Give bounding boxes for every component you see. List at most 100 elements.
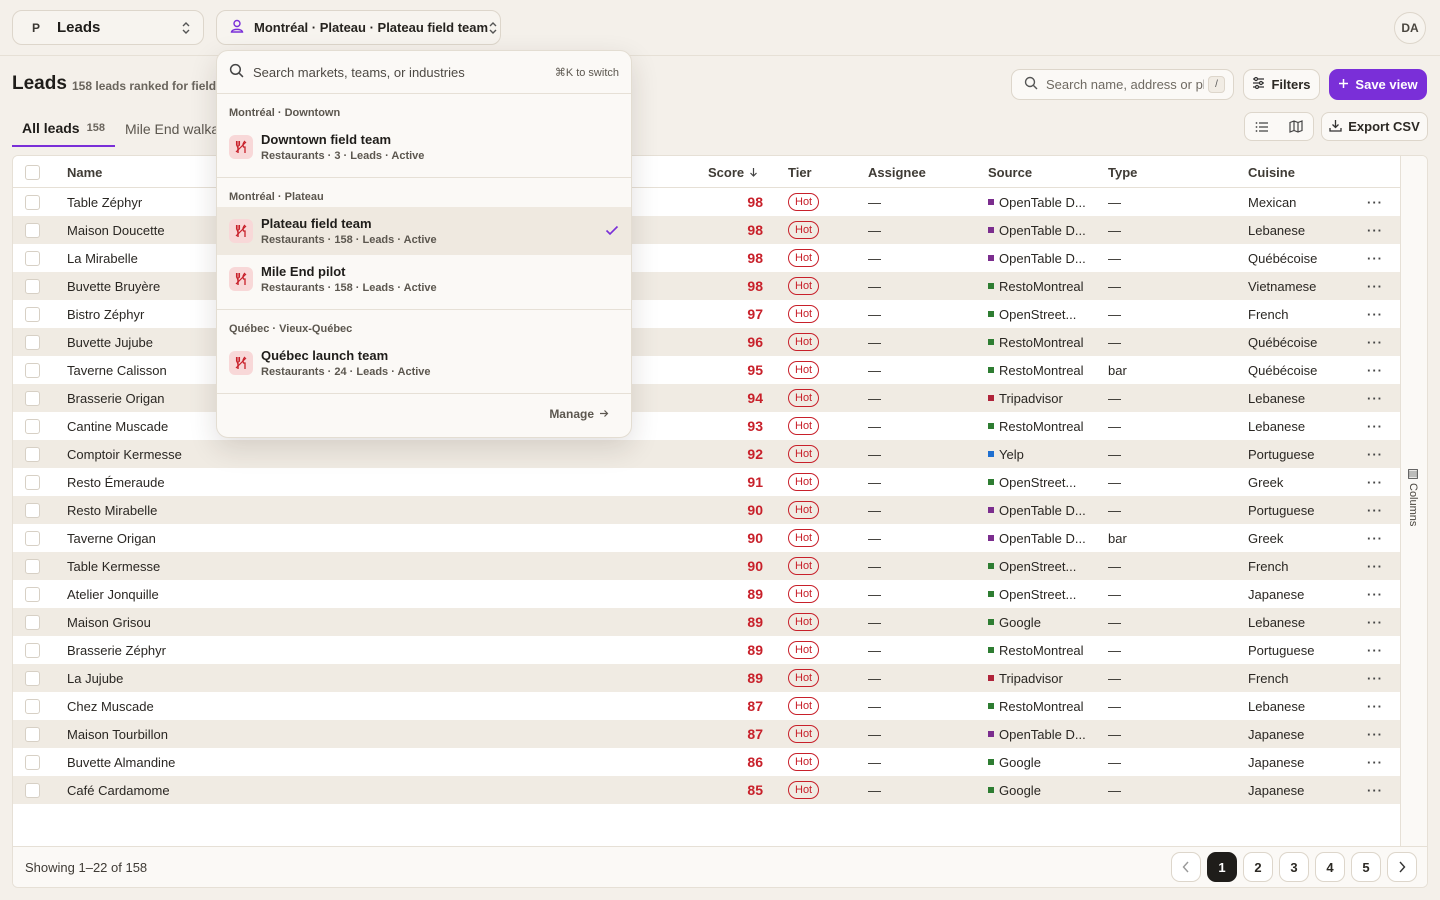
lead-assignee[interactable]: — (868, 216, 908, 244)
row-checkbox[interactable] (25, 698, 40, 714)
row-checkbox[interactable] (25, 306, 40, 322)
lead-assignee[interactable]: — (868, 552, 908, 580)
column-header-tier[interactable]: Tier (788, 156, 812, 188)
row-checkbox[interactable] (25, 278, 40, 294)
lead-assignee[interactable]: — (868, 244, 908, 272)
row-more-button[interactable]: ··· (1365, 692, 1385, 720)
row-select[interactable] (25, 468, 41, 496)
team-option[interactable]: Downtown field team Restaurants · 3 · Lea… (217, 123, 631, 171)
team-option[interactable]: Mile End pilot Restaurants · 158 · Leads … (217, 255, 631, 303)
row-checkbox[interactable] (25, 586, 40, 602)
row-select[interactable] (25, 496, 41, 524)
row-checkbox[interactable] (25, 754, 40, 770)
row-checkbox[interactable] (25, 222, 40, 238)
lead-assignee[interactable]: — (868, 300, 908, 328)
lead-name[interactable]: Atelier Jonquille (67, 580, 367, 608)
lead-assignee[interactable]: — (868, 748, 908, 776)
lead-assignee[interactable]: — (868, 664, 908, 692)
row-more-button[interactable]: ··· (1365, 664, 1385, 692)
row-checkbox[interactable] (25, 474, 40, 490)
row-checkbox[interactable] (25, 726, 40, 742)
row-select[interactable] (25, 300, 41, 328)
row-select[interactable] (25, 384, 41, 412)
lead-name[interactable]: La Jujube (67, 664, 367, 692)
team-switcher[interactable]: Montréal · Plateau · Plateau field team (216, 10, 501, 45)
table-row[interactable]: Chez Muscade 87 Hot — RestoMontreal — Lebanese… (13, 692, 1400, 720)
row-checkbox[interactable] (25, 642, 40, 658)
checkbox[interactable] (25, 164, 40, 180)
row-select[interactable] (25, 636, 41, 664)
row-checkbox[interactable] (25, 390, 40, 406)
next-page-button[interactable] (1387, 852, 1417, 882)
column-header-type[interactable]: Type (1108, 156, 1137, 188)
row-select[interactable] (25, 356, 41, 384)
page-button-1[interactable]: 1 (1207, 852, 1237, 882)
row-more-button[interactable]: ··· (1365, 608, 1385, 636)
row-select[interactable] (25, 412, 41, 440)
table-row[interactable]: Café Cardamome 85 Hot — Google — Japanese ··· (13, 776, 1400, 804)
lead-assignee[interactable]: — (868, 524, 908, 552)
row-more-button[interactable]: ··· (1365, 188, 1385, 216)
lead-name[interactable]: Chez Muscade (67, 692, 367, 720)
tab-mile-end-walk[interactable]: Mile End walkal (115, 110, 232, 147)
row-checkbox[interactable] (25, 614, 40, 630)
export-csv-button[interactable]: Export CSV (1321, 112, 1428, 141)
team-search-input[interactable] (253, 64, 543, 80)
row-select[interactable] (25, 748, 41, 776)
row-checkbox[interactable] (25, 250, 40, 266)
lead-name[interactable]: Table Kermesse (67, 552, 367, 580)
row-more-button[interactable]: ··· (1365, 552, 1385, 580)
lead-assignee[interactable]: — (868, 328, 908, 356)
lead-assignee[interactable]: — (868, 496, 908, 524)
column-header-name[interactable]: Name (67, 156, 102, 188)
page-button-4[interactable]: 4 (1315, 852, 1345, 882)
row-more-button[interactable]: ··· (1365, 580, 1385, 608)
columns-toggle[interactable]: Columns (1400, 156, 1427, 846)
row-checkbox[interactable] (25, 502, 40, 518)
column-header-source[interactable]: Source (988, 156, 1032, 188)
team-search[interactable]: ⌘K to switch (217, 51, 631, 94)
row-select[interactable] (25, 776, 41, 804)
row-more-button[interactable]: ··· (1365, 384, 1385, 412)
lead-assignee[interactable]: — (868, 272, 908, 300)
lead-assignee[interactable]: — (868, 608, 908, 636)
column-header-assignee[interactable]: Assignee (868, 156, 926, 188)
table-row[interactable]: Maison Grisou 89 Hot — Google — Lebanese ··· (13, 608, 1400, 636)
column-header-score[interactable]: Score (708, 156, 758, 188)
lead-assignee[interactable]: — (868, 356, 908, 384)
lead-name[interactable]: Taverne Origan (67, 524, 367, 552)
row-select[interactable] (25, 580, 41, 608)
select-all-checkbox[interactable] (25, 156, 40, 188)
page-button-3[interactable]: 3 (1279, 852, 1309, 882)
row-checkbox[interactable] (25, 362, 40, 378)
filters-button[interactable]: Filters (1243, 69, 1320, 100)
row-more-button[interactable]: ··· (1365, 328, 1385, 356)
lead-assignee[interactable]: — (868, 384, 908, 412)
user-avatar[interactable]: DA (1394, 12, 1426, 44)
row-more-button[interactable]: ··· (1365, 524, 1385, 552)
row-checkbox[interactable] (25, 334, 40, 350)
lead-name[interactable]: Comptoir Kermesse (67, 440, 367, 468)
row-select[interactable] (25, 440, 41, 468)
row-select[interactable] (25, 664, 41, 692)
lead-name[interactable]: Maison Grisou (67, 608, 367, 636)
lead-name[interactable]: Brasserie Zéphyr (67, 636, 367, 664)
lead-name[interactable]: Resto Émeraude (67, 468, 367, 496)
lead-assignee[interactable]: — (868, 440, 908, 468)
team-option[interactable]: Plateau field team Restaurants · 158 · Le… (217, 207, 631, 255)
row-more-button[interactable]: ··· (1365, 748, 1385, 776)
row-select[interactable] (25, 692, 41, 720)
row-select[interactable] (25, 272, 41, 300)
manage-teams-link[interactable]: Manage (217, 390, 631, 437)
row-more-button[interactable]: ··· (1365, 216, 1385, 244)
row-more-button[interactable]: ··· (1365, 636, 1385, 664)
row-checkbox[interactable] (25, 446, 40, 462)
row-select[interactable] (25, 608, 41, 636)
lead-assignee[interactable]: — (868, 188, 908, 216)
table-row[interactable]: Brasserie Zéphyr 89 Hot — RestoMontreal — Port… (13, 636, 1400, 664)
row-more-button[interactable]: ··· (1365, 440, 1385, 468)
row-more-button[interactable]: ··· (1365, 720, 1385, 748)
list-view-button[interactable] (1245, 113, 1279, 140)
save-view-button[interactable]: Save view (1329, 69, 1427, 100)
team-option[interactable]: Québec launch team Restaurants · 24 · Lea… (217, 339, 631, 387)
